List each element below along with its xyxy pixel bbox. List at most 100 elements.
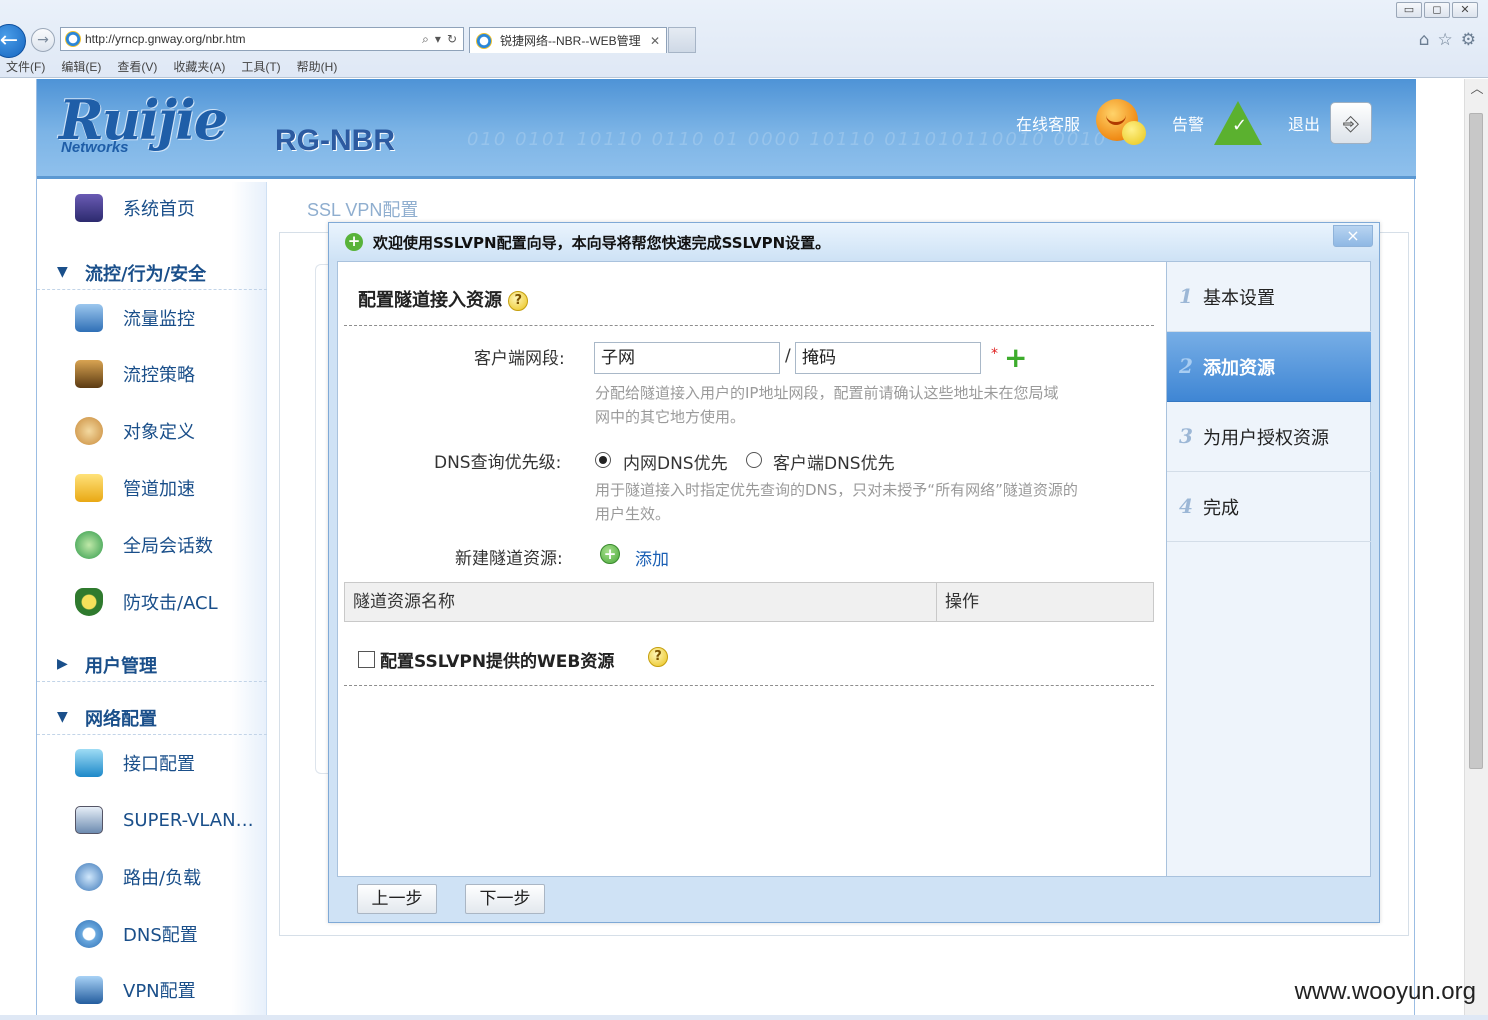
sidebar-item-interface-config[interactable]: 接口配置: [37, 743, 267, 783]
header-banner: 010 0101 10110 0110 01 0000 10110 011010…: [37, 79, 1416, 179]
dns-client-label[interactable]: 客户端DNS优先: [773, 449, 895, 474]
step-number: 3: [1179, 424, 1193, 448]
window-controls: ▭ ◻ ✕: [1396, 2, 1478, 18]
address-text[interactable]: http://yrncp.gnway.org/nbr.htm: [85, 32, 422, 46]
add-segment-plus-icon[interactable]: +: [1004, 344, 1027, 372]
scroll-up-arrow-icon[interactable]: ︿: [1465, 79, 1488, 99]
mask-input[interactable]: 掩码: [795, 342, 981, 374]
menu-view[interactable]: 查看(V): [117, 57, 157, 77]
forward-arrow-icon[interactable]: →: [31, 28, 55, 52]
sidebar-item-label: 接口配置: [123, 754, 195, 775]
sidebar-item-route-load[interactable]: 路由/负载: [37, 857, 267, 897]
alarm-link[interactable]: 告警: [1172, 111, 1204, 135]
gear-icon[interactable]: ⚙: [1461, 30, 1476, 50]
computer-icon: [75, 976, 103, 1004]
menu-help[interactable]: 帮助(H): [297, 57, 338, 77]
dashed-divider: [344, 685, 1154, 686]
menu-favorites[interactable]: 收藏夹(A): [173, 57, 225, 77]
dropdown-icon[interactable]: ▾: [435, 32, 441, 47]
shield-icon: [75, 588, 103, 616]
sidebar-item-pipe-accel[interactable]: 管道加速: [37, 468, 267, 508]
back-arrow-icon[interactable]: ←: [0, 24, 26, 58]
triangle-right-icon: ▶: [57, 656, 68, 672]
logout-link[interactable]: 退出: [1288, 111, 1320, 135]
maximize-button[interactable]: ◻: [1424, 2, 1450, 18]
client-segment-hint-1: 分配给隧道接入用户的IP地址网段，配置前请确认这些地址未在您局域: [595, 384, 1059, 402]
dns-hint-1: 用于隧道接入时指定优先查询的DNS，只对未授予“所有网络”隧道资源的: [595, 481, 1078, 499]
step-label: 为用户授权资源: [1203, 428, 1329, 449]
step-number: 1: [1179, 284, 1193, 308]
menu-edit[interactable]: 编辑(E): [61, 57, 101, 77]
section-title: 配置隧道接入资源 ?: [358, 286, 529, 312]
sidebar-item-home[interactable]: 系统首页: [37, 188, 267, 228]
globe-route-icon: [75, 863, 103, 891]
client-segment-hint-2: 网中的其它地方使用。: [595, 408, 746, 426]
group-label: 流控/行为/安全: [85, 264, 207, 285]
sidebar-item-global-sessions[interactable]: 全局会话数: [37, 525, 267, 565]
dns-intranet-radio[interactable]: [595, 452, 611, 468]
sidebar-item-traffic-monitor[interactable]: 流量监控: [37, 298, 267, 338]
menu-bar: 文件(F) 编辑(E) 查看(V) 收藏夹(A) 工具(T) 帮助(H): [0, 57, 1488, 77]
menu-file[interactable]: 文件(F): [6, 57, 45, 77]
sidebar-item-label: DNS配置: [123, 925, 198, 946]
minimize-button[interactable]: ▭: [1396, 2, 1422, 18]
web-resource-label[interactable]: 配置SSLVPN提供的WEB资源: [380, 647, 614, 672]
triangle-down-icon: ▼: [57, 709, 68, 725]
lightning-plus-icon: [75, 474, 103, 502]
dns-client-radio[interactable]: [746, 452, 762, 468]
sidebar-item-label: 流控策略: [123, 365, 195, 386]
product-name: RG-NBR: [275, 124, 395, 157]
logout-door-icon[interactable]: ⎆: [1330, 102, 1372, 144]
tab-close-icon[interactable]: ✕: [650, 34, 660, 48]
new-resource-label: 新建隧道资源:: [455, 549, 563, 569]
browser-chrome: ▭ ◻ ✕ ← → http://yrncp.gnway.org/nbr.htm…: [0, 0, 1488, 78]
slash-separator: /: [785, 346, 791, 366]
add-circle-icon[interactable]: +: [600, 544, 620, 564]
pen-edit-icon: [75, 806, 103, 834]
step-label: 基本设置: [1203, 288, 1275, 309]
alarm-triangle-icon[interactable]: ✓: [1213, 101, 1262, 145]
sidebar-item-super-vlan[interactable]: SUPER-VLAN…: [37, 800, 267, 840]
step-basic-settings[interactable]: 1 基本设置: [1167, 262, 1371, 332]
web-resource-checkbox[interactable]: [358, 651, 375, 668]
vertical-scrollbar[interactable]: ︿: [1464, 79, 1488, 1015]
step-authorize-resource[interactable]: 3 为用户授权资源: [1167, 402, 1371, 472]
help-icon[interactable]: ?: [648, 647, 668, 667]
sidebar-item-flow-policy[interactable]: 流控策略: [37, 354, 267, 394]
refresh-icon[interactable]: ↻: [447, 32, 457, 47]
sidebar-item-vpn-config[interactable]: VPN配置: [37, 970, 267, 1010]
menu-tools[interactable]: 工具(T): [241, 57, 280, 77]
search-icon[interactable]: ⌕: [422, 32, 429, 47]
sidebar-group-network-config[interactable]: ▼ 网络配置: [37, 701, 267, 735]
sidebar-group-user-mgmt[interactable]: ▶ 用户管理: [37, 648, 267, 682]
scroll-thumb[interactable]: [1469, 113, 1483, 769]
step-add-resource[interactable]: 2 添加资源: [1167, 332, 1371, 402]
step-finish[interactable]: 4 完成: [1167, 472, 1371, 542]
sidebar-item-dns-config[interactable]: DNS配置: [37, 914, 267, 954]
sidebar-item-label: 路由/负载: [123, 868, 202, 889]
dns-hint-2: 用户生效。: [595, 505, 671, 523]
sidebar-item-anti-attack-acl[interactable]: 防攻击/ACL: [37, 582, 267, 622]
add-resource-link[interactable]: 添加: [635, 545, 669, 570]
favorites-star-icon[interactable]: ☆: [1438, 30, 1453, 50]
banner-decoration: 010 0101 10110 0110 01 0000 10110 011010…: [467, 129, 1108, 150]
sidebar-item-object-define[interactable]: 对象定义: [37, 411, 267, 451]
dns-intranet-label[interactable]: 内网DNS优先: [623, 449, 728, 474]
home-icon[interactable]: ⌂: [1419, 30, 1430, 50]
prev-step-button[interactable]: 上一步: [357, 884, 437, 914]
dialog-close-button[interactable]: ×: [1333, 225, 1373, 247]
sidebar-item-label: 防攻击/ACL: [123, 593, 218, 614]
browser-tab[interactable]: 锐捷网络--NBR--WEB管理 ✕: [469, 27, 667, 53]
subnet-input[interactable]: 子网: [594, 342, 780, 374]
monitor-icon: [75, 194, 103, 222]
sidebar-group-flow-security[interactable]: ▼ 流控/行为/安全: [37, 256, 267, 290]
address-bar[interactable]: http://yrncp.gnway.org/nbr.htm ⌕ ▾ ↻: [60, 27, 464, 51]
next-step-button[interactable]: 下一步: [465, 884, 545, 914]
interface-icon: [75, 749, 103, 777]
help-icon[interactable]: ?: [508, 291, 529, 311]
online-service-link[interactable]: 在线客服: [1016, 111, 1080, 135]
new-tab-button[interactable]: [668, 27, 696, 53]
smiley-service-icon[interactable]: [1090, 95, 1146, 151]
chat-bubbles-icon: [75, 531, 103, 559]
close-window-button[interactable]: ✕: [1452, 2, 1478, 18]
